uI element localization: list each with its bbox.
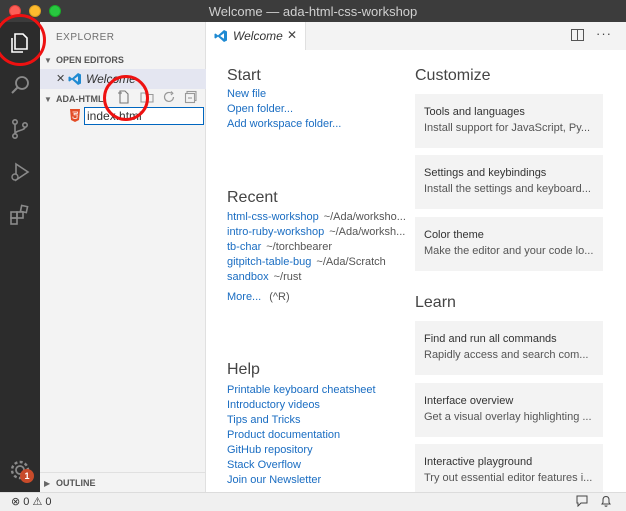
open-editors-header[interactable]: ▼ OPEN EDITORS: [40, 50, 206, 70]
feedback-icon[interactable]: [576, 495, 588, 507]
vscode-logo-icon: [214, 30, 227, 42]
tab-bar: Welcome ✕ ···: [206, 22, 626, 50]
close-icon[interactable]: ✕: [287, 28, 297, 42]
annotation-circle-new-file: [103, 75, 149, 121]
problems-status[interactable]: ⊗ 0 ⚠ 0: [11, 495, 52, 508]
vscode-logo-icon: [68, 73, 81, 85]
html5-icon: [70, 109, 80, 122]
tab-welcome[interactable]: Welcome ✕: [206, 22, 306, 50]
bell-icon[interactable]: [600, 495, 612, 507]
settings-keybindings-card[interactable]: Settings and keybindings Install the set…: [415, 155, 603, 209]
add-workspace-folder-link[interactable]: Add workspace folder...: [227, 118, 341, 130]
warning-icon: ⚠: [32, 496, 43, 508]
error-icon: ⊗: [11, 496, 21, 508]
activity-bar: 1: [0, 22, 40, 492]
interactive-playground-card[interactable]: Interactive playground Try out essential…: [415, 444, 603, 498]
recent-item[interactable]: tb-char ~/torchbearer: [227, 241, 332, 253]
recent-item[interactable]: sandbox ~/rust: [227, 271, 301, 283]
product-documentation-link[interactable]: Product documentation: [227, 429, 340, 441]
more-actions-icon[interactable]: ···: [596, 26, 612, 41]
stack-overflow-link[interactable]: Stack Overflow: [227, 459, 301, 471]
tools-and-languages-card[interactable]: Tools and languages Install support for …: [415, 94, 603, 148]
find-run-commands-card[interactable]: Find and run all commands Rapidly access…: [415, 321, 603, 375]
extensions-icon[interactable]: [8, 203, 32, 227]
tips-and-tricks-link[interactable]: Tips and Tricks: [227, 414, 301, 426]
customize-heading: Customize: [415, 67, 491, 84]
help-heading: Help: [227, 361, 260, 378]
outline-header[interactable]: ▶ OUTLINE: [40, 472, 206, 492]
recent-item[interactable]: intro-ruby-workshop ~/Ada/worksh...: [227, 226, 405, 238]
keyboard-cheatsheet-link[interactable]: Printable keyboard cheatsheet: [227, 384, 376, 396]
status-bar: ⊗ 0 ⚠ 0: [0, 492, 626, 511]
new-file-link[interactable]: New file: [227, 88, 266, 100]
introductory-videos-link[interactable]: Introductory videos: [227, 399, 320, 411]
close-icon[interactable]: ✕: [56, 72, 65, 85]
interface-overview-card[interactable]: Interface overview Get a visual overlay …: [415, 383, 603, 437]
newsletter-link[interactable]: Join our Newsletter: [227, 474, 321, 486]
chevron-right-icon: ▶: [44, 479, 51, 488]
debug-icon[interactable]: [8, 160, 32, 184]
github-repository-link[interactable]: GitHub repository: [227, 444, 313, 456]
manage-badge: 1: [20, 469, 34, 483]
window-title: Welcome — ada-html-css-workshop: [208, 4, 418, 19]
collapse-all-icon[interactable]: [184, 90, 198, 104]
color-theme-card[interactable]: Color theme Make the editor and your cod…: [415, 217, 603, 271]
recent-heading: Recent: [227, 189, 278, 206]
more-recent-link[interactable]: More... (^R): [227, 291, 290, 303]
open-folder-link[interactable]: Open folder...: [227, 103, 293, 115]
learn-heading: Learn: [415, 294, 456, 311]
recent-item[interactable]: html-css-workshop ~/Ada/worksho...: [227, 211, 406, 223]
recent-item[interactable]: gitpitch-table-bug ~/Ada/Scratch: [227, 256, 386, 268]
start-heading: Start: [227, 67, 261, 84]
split-editor-icon[interactable]: [571, 29, 584, 41]
search-icon[interactable]: [8, 73, 32, 97]
chevron-down-icon: ▼: [44, 56, 52, 65]
source-control-icon[interactable]: [8, 117, 32, 141]
editor-area: Welcome ✕ ··· Start New file Open folder…: [206, 22, 626, 498]
refresh-icon[interactable]: [162, 90, 176, 104]
title-bar: Welcome — ada-html-css-workshop: [0, 0, 626, 22]
sidebar-title: EXPLORER: [56, 32, 115, 43]
